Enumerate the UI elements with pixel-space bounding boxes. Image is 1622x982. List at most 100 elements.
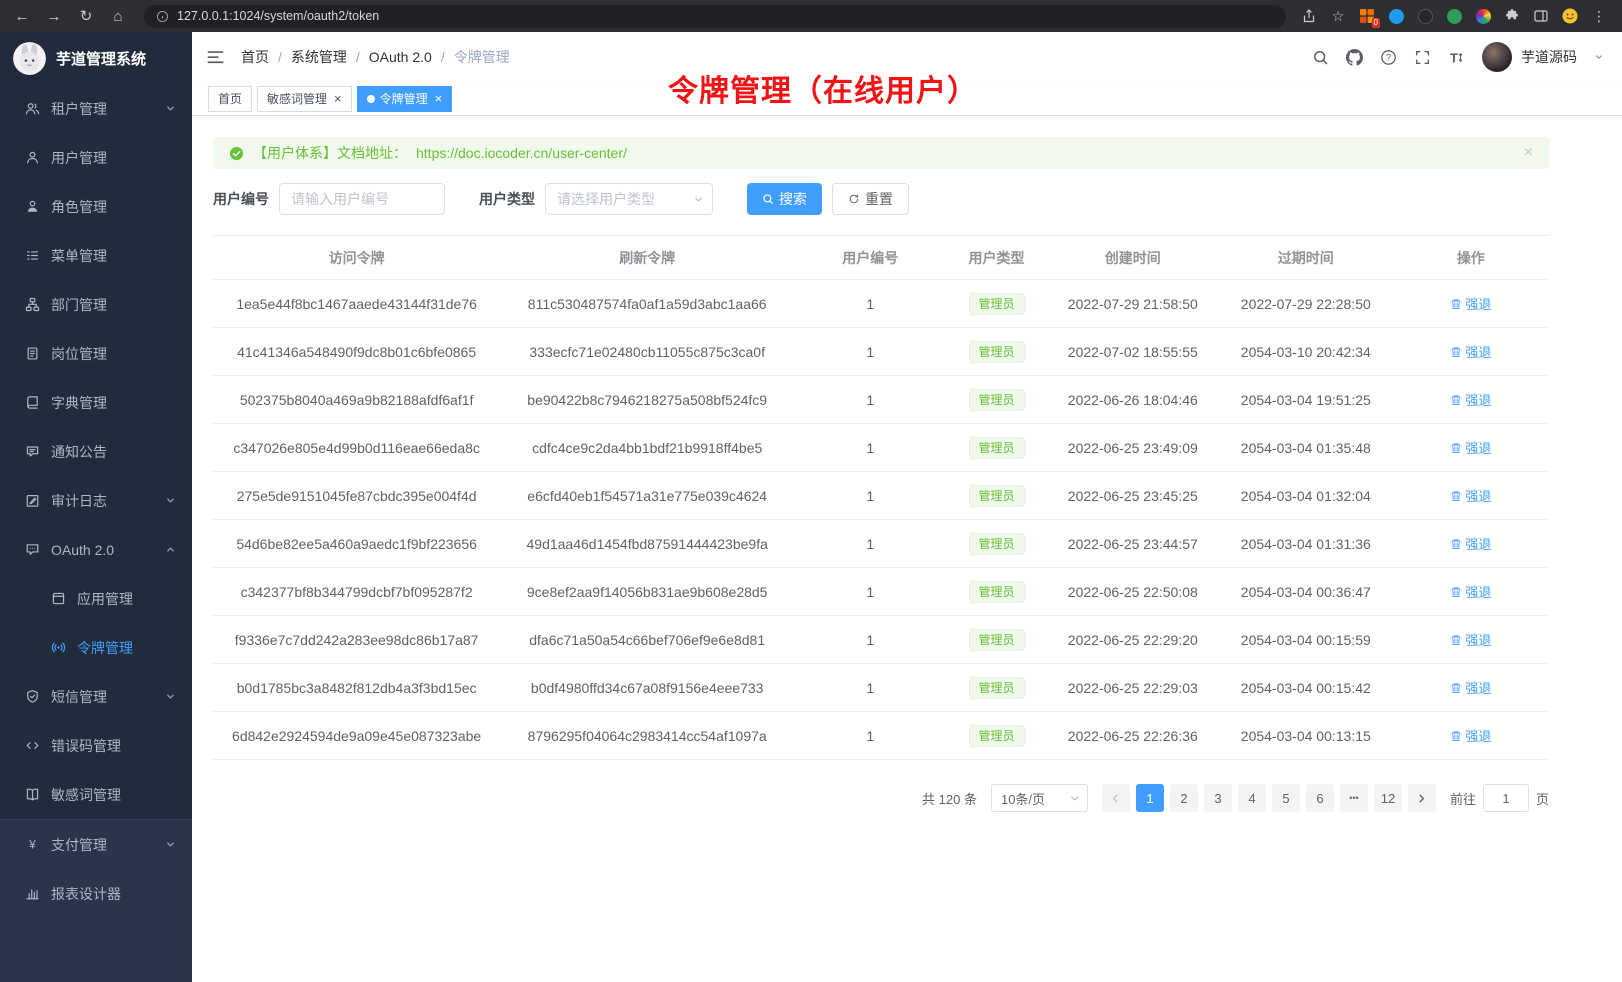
- more-pages-button[interactable]: •••: [1340, 784, 1368, 812]
- breadcrumb-separator: /: [356, 49, 360, 65]
- extension-adblock-icon[interactable]: 0: [1358, 7, 1376, 25]
- sidebar-item[interactable]: OAuth 2.0: [0, 525, 192, 574]
- sidebar-item[interactable]: 角色管理: [0, 182, 192, 231]
- home-button[interactable]: ⌂: [106, 5, 130, 27]
- sidebar-item[interactable]: 短信管理: [0, 672, 192, 721]
- sidebar-item[interactable]: ¥支付管理: [0, 820, 192, 869]
- tab-item[interactable]: 敏感词管理×: [257, 86, 352, 112]
- doc-link[interactable]: https://doc.iocoder.cn/user-center/: [416, 145, 627, 161]
- user-id-cell: 1: [794, 616, 946, 664]
- force-logout-button[interactable]: 强退: [1450, 438, 1491, 457]
- sidebar-item[interactable]: 租户管理: [0, 84, 192, 133]
- force-logout-label: 强退: [1465, 390, 1491, 409]
- page-button[interactable]: 12: [1374, 784, 1402, 812]
- reset-button[interactable]: 重置: [832, 183, 909, 215]
- page-size-select[interactable]: 10条/页: [991, 784, 1088, 812]
- sidebar-item[interactable]: 字典管理: [0, 378, 192, 427]
- tenant-icon: [25, 101, 40, 116]
- force-logout-button[interactable]: 强退: [1450, 486, 1491, 505]
- table-row: 54d6be82ee5a460a9aedc1f9bf22365649d1aa46…: [213, 520, 1549, 568]
- sidebar-item[interactable]: 部门管理: [0, 280, 192, 329]
- forward-button[interactable]: →: [42, 5, 66, 27]
- user-avatar[interactable]: [1482, 42, 1512, 72]
- site-info-icon[interactable]: [156, 10, 169, 23]
- page-button[interactable]: 6: [1306, 784, 1334, 812]
- expire-time-cell: 2054-03-04 01:31:36: [1219, 520, 1393, 568]
- sidebar-item[interactable]: 菜单管理: [0, 231, 192, 280]
- user-type-select[interactable]: 请选择用户类型: [545, 183, 713, 215]
- reload-button[interactable]: ↻: [74, 5, 98, 27]
- breadcrumb-item[interactable]: 系统管理: [291, 47, 347, 67]
- user-id-input[interactable]: [279, 183, 445, 215]
- dept-icon: [25, 297, 40, 312]
- sidebar-subitem[interactable]: 应用管理: [0, 574, 192, 623]
- expire-time-cell: 2054-03-04 19:51:25: [1219, 376, 1393, 424]
- page-button[interactable]: 2: [1170, 784, 1198, 812]
- search-button[interactable]: 搜索: [747, 183, 822, 215]
- help-icon[interactable]: ?: [1380, 49, 1397, 66]
- force-logout-button[interactable]: 强退: [1450, 630, 1491, 649]
- extensions-puzzle-icon[interactable]: [1503, 7, 1521, 25]
- page-button[interactable]: 1: [1136, 784, 1164, 812]
- user-type-badge: 管理员: [969, 485, 1025, 507]
- sidebar-item[interactable]: 审计日志: [0, 476, 192, 525]
- page-button[interactable]: 3: [1204, 784, 1232, 812]
- goto-page-input[interactable]: [1483, 784, 1529, 812]
- user-menu-caret-icon[interactable]: [1594, 52, 1604, 62]
- delete-icon: [1450, 634, 1462, 646]
- sidebar-item-label: 角色管理: [51, 197, 176, 217]
- breadcrumb-item[interactable]: OAuth 2.0: [369, 49, 432, 65]
- user-type-badge: 管理员: [969, 629, 1025, 651]
- sidebar-item[interactable]: 报表设计器: [0, 869, 192, 918]
- sidebar-subitem[interactable]: 令牌管理: [0, 623, 192, 672]
- address-bar[interactable]: 127.0.0.1:1024/system/oauth2/token: [144, 5, 1286, 28]
- force-logout-button[interactable]: 强退: [1450, 582, 1491, 601]
- bookmark-star-icon[interactable]: ☆: [1329, 7, 1347, 25]
- sidebar-item[interactable]: 用户管理: [0, 133, 192, 182]
- total-count-label: 共 120 条: [922, 789, 977, 808]
- alert-close-icon[interactable]: ×: [1524, 144, 1533, 162]
- access-token-cell: c347026e805e4d99b0d116eae66eda8c: [213, 424, 500, 472]
- sidebar-fold-icon[interactable]: [206, 48, 225, 67]
- sidebar-item[interactable]: 通知公告: [0, 427, 192, 476]
- extension-color-icon[interactable]: [1474, 7, 1492, 25]
- force-logout-button[interactable]: 强退: [1450, 294, 1491, 313]
- search-icon[interactable]: [1312, 49, 1329, 66]
- page-button[interactable]: 4: [1238, 784, 1266, 812]
- fullscreen-icon[interactable]: [1414, 49, 1431, 66]
- next-page-button[interactable]: [1408, 784, 1436, 812]
- user-id-cell: 1: [794, 328, 946, 376]
- access-token-cell: c342377bf8b344799dcbf7bf095287f2: [213, 568, 500, 616]
- github-icon[interactable]: [1346, 49, 1363, 66]
- force-logout-button[interactable]: 强退: [1450, 678, 1491, 697]
- sidebar-item-label: 岗位管理: [51, 344, 176, 364]
- tab-item[interactable]: 令牌管理×: [357, 86, 453, 112]
- back-button[interactable]: ←: [10, 5, 34, 27]
- extension-blue-icon[interactable]: [1387, 7, 1405, 25]
- force-logout-button[interactable]: 强退: [1450, 390, 1491, 409]
- table-body: 1ea5e44f8bc1467aaede43144f31de76811c5304…: [213, 280, 1549, 760]
- username-label[interactable]: 芋道源码: [1521, 47, 1577, 67]
- share-icon[interactable]: [1300, 7, 1318, 25]
- tab-close-icon[interactable]: ×: [435, 92, 443, 105]
- profile-avatar-icon[interactable]: [1561, 7, 1579, 25]
- force-logout-button[interactable]: 强退: [1450, 534, 1491, 553]
- font-size-icon[interactable]: T: [1448, 49, 1465, 66]
- pagination-pages: 123456•••12: [1136, 784, 1402, 812]
- sidebar-item[interactable]: 敏感词管理: [0, 770, 192, 819]
- tab-item[interactable]: 首页: [208, 86, 252, 112]
- breadcrumb-item[interactable]: 首页: [241, 47, 269, 67]
- extension-green-icon[interactable]: [1445, 7, 1463, 25]
- tab-close-icon[interactable]: ×: [334, 92, 342, 105]
- table-row: c342377bf8b344799dcbf7bf095287f29ce8ef2a…: [213, 568, 1549, 616]
- browser-menu-icon[interactable]: ⋮: [1590, 7, 1608, 25]
- prev-page-button[interactable]: [1102, 784, 1130, 812]
- user-type-cell: 管理员: [946, 280, 1046, 328]
- sidebar-item[interactable]: 错误码管理: [0, 721, 192, 770]
- force-logout-button[interactable]: 强退: [1450, 726, 1491, 745]
- sidebar-item[interactable]: 岗位管理: [0, 329, 192, 378]
- extension-dark-icon[interactable]: [1416, 7, 1434, 25]
- force-logout-button[interactable]: 强退: [1450, 342, 1491, 361]
- page-button[interactable]: 5: [1272, 784, 1300, 812]
- side-panel-icon[interactable]: [1532, 7, 1550, 25]
